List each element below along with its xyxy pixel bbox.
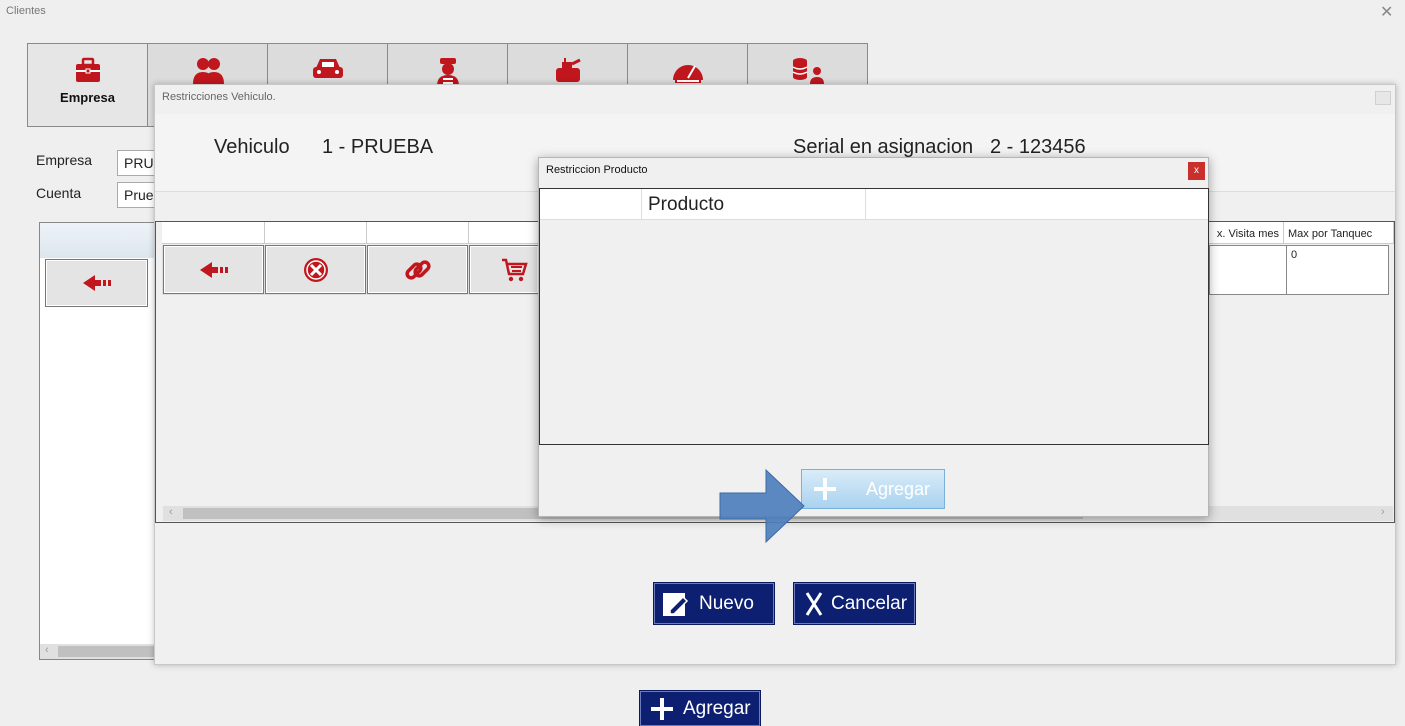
tab-empresa[interactable]: Empresa — [27, 43, 148, 127]
vehiculo-label: Vehiculo — [214, 136, 290, 158]
plus-icon — [651, 697, 673, 720]
producto-grid — [539, 188, 1209, 445]
annotation-arrow-icon — [719, 468, 805, 544]
serial-value: 2 - 123456 — [990, 136, 1086, 158]
row-cart-button[interactable] — [469, 245, 539, 294]
nuevo-button[interactable]: Nuevo — [654, 583, 774, 624]
restricciones-vehiculo-title: Restricciones Vehiculo. — [162, 91, 276, 103]
tab-empresa-label: Empresa — [60, 90, 115, 105]
scroll-left-icon[interactable]: ‹ — [169, 506, 173, 518]
grid-header-max-tanqueo: Max por Tanquec — [1284, 222, 1394, 244]
row-back-button[interactable] — [163, 245, 264, 294]
producto-grid-row-header — [540, 189, 642, 220]
producto-column-header[interactable]: Producto — [642, 189, 866, 220]
x-cancel-icon — [805, 591, 823, 616]
main-grid-scroll-thumb[interactable] — [58, 646, 156, 657]
scroll-left-icon[interactable]: ‹ — [45, 644, 49, 656]
edit-document-icon — [663, 592, 689, 616]
vehiculo-value: 1 - PRUEBA — [322, 136, 434, 158]
grid-header-col — [265, 222, 367, 244]
producto-agregar-label: Agregar — [866, 478, 931, 499]
main-back-button[interactable] — [45, 259, 148, 307]
link-icon — [404, 259, 431, 280]
cancelar-label: Cancelar — [831, 592, 908, 614]
grid-cell-max-tanqueo[interactable]: 0 — [1286, 245, 1389, 295]
arrow-left-icon — [199, 261, 228, 278]
empresa-label: Empresa — [36, 152, 93, 168]
scroll-right-icon[interactable]: › — [1381, 506, 1385, 518]
arrow-left-icon — [82, 275, 111, 291]
restricciones-vehiculo-close-button[interactable] — [1375, 91, 1391, 105]
car-icon — [312, 59, 343, 78]
window-close-button[interactable]: ✕ — [1380, 2, 1393, 22]
driver-icon — [436, 58, 459, 86]
serial-label: Serial en asignacion — [793, 136, 974, 158]
grid-header-col — [367, 222, 469, 244]
delete-circle-icon — [303, 257, 328, 282]
users-icon — [192, 58, 224, 84]
window-title: Clientes — [6, 5, 46, 17]
cancelar-button[interactable]: Cancelar — [794, 583, 915, 624]
producto-agregar-button[interactable]: Agregar — [801, 469, 945, 509]
fuel-pump-icon — [555, 58, 581, 82]
database-user-icon — [792, 58, 824, 84]
grid-cell-visita-mes[interactable] — [1209, 245, 1287, 295]
shopping-cart-icon — [502, 258, 528, 281]
cuenta-label: Cuenta — [36, 185, 82, 201]
speedometer-icon — [672, 65, 703, 83]
main-agregar-label: Agregar — [683, 697, 751, 719]
main-grid-scrollbar[interactable]: ‹ — [40, 644, 158, 659]
grid-header-col — [469, 222, 539, 244]
main-agregar-button[interactable]: Agregar — [640, 691, 760, 726]
main-grid-header — [40, 223, 158, 258]
nuevo-label: Nuevo — [699, 592, 754, 614]
row-link-button[interactable] — [367, 245, 468, 294]
grid-header-col — [162, 222, 265, 244]
plus-icon — [814, 478, 836, 500]
restriccion-producto-title: Restriccion Producto — [546, 164, 648, 176]
restriccion-producto-close-button[interactable]: x — [1188, 162, 1205, 180]
row-delete-button[interactable] — [265, 245, 366, 294]
briefcase-icon — [75, 57, 100, 82]
